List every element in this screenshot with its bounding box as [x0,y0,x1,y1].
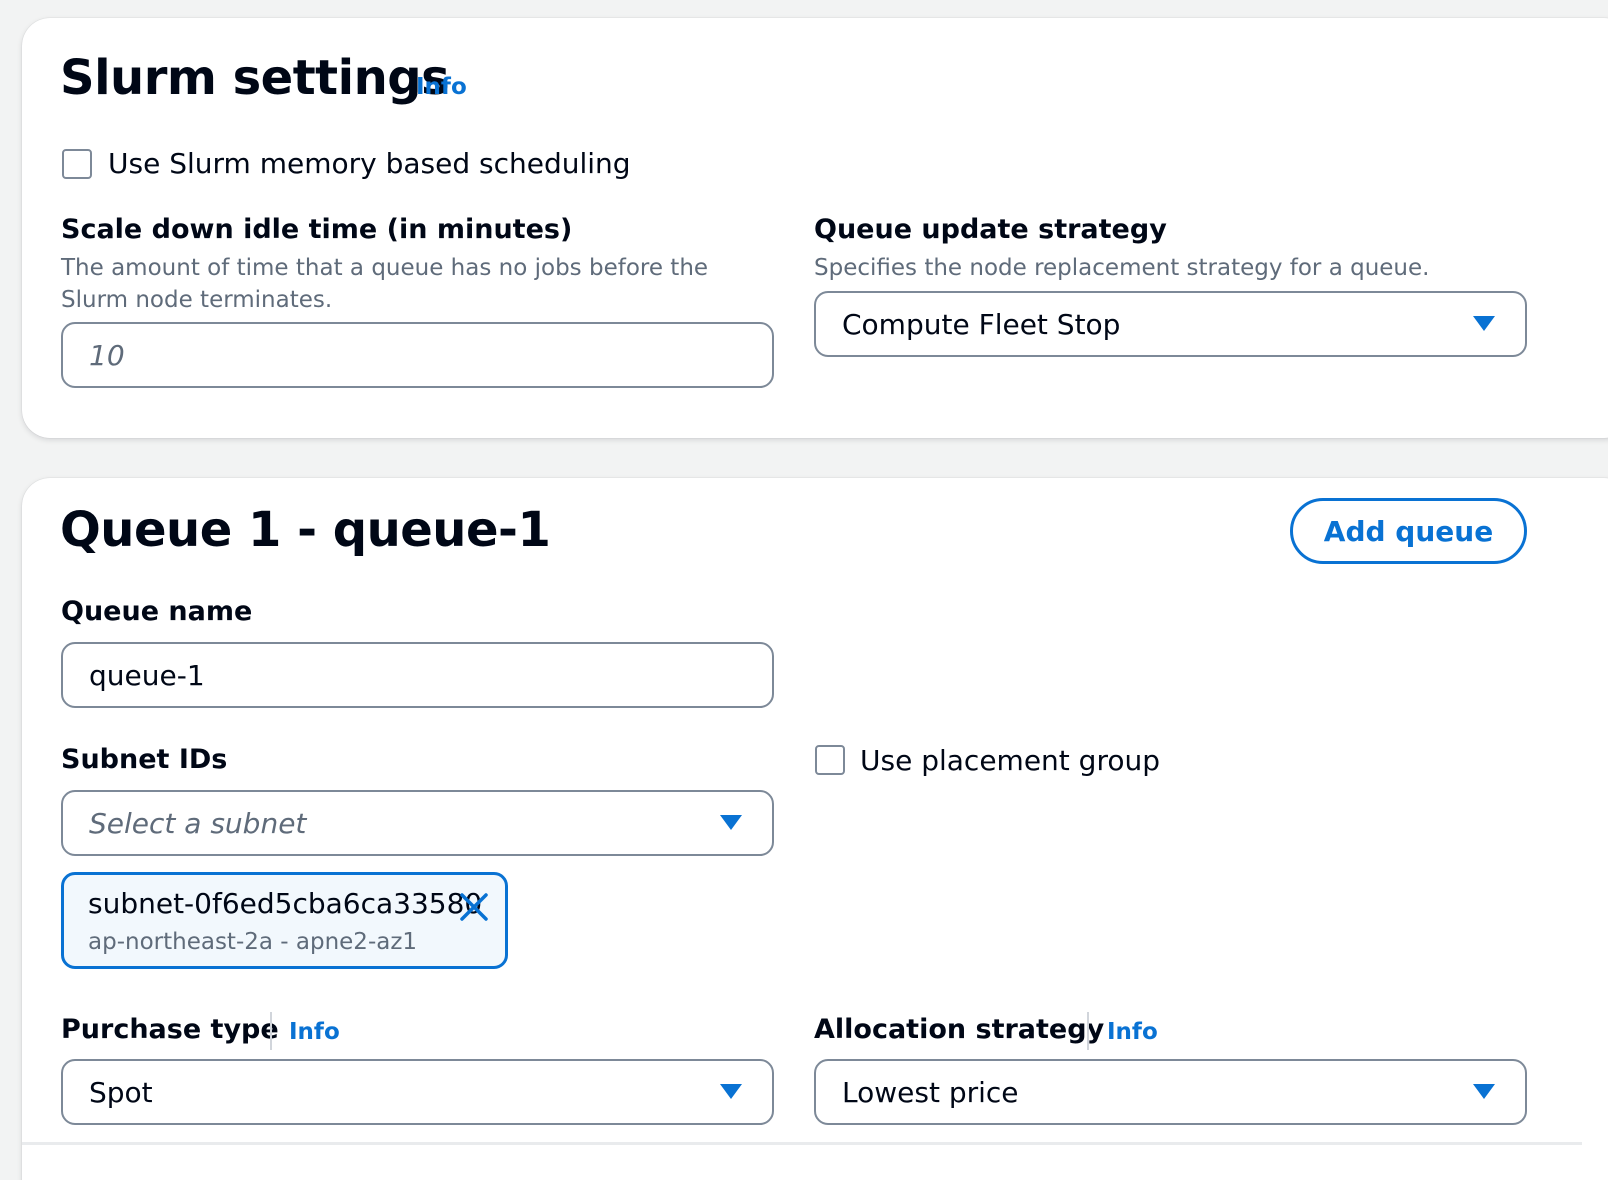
queue-title: Queue 1 - queue-1 [60,502,551,558]
slurm-settings-title: Slurm settings [60,50,450,106]
close-icon[interactable] [458,891,490,923]
allocation-strategy-divider [1087,1012,1089,1050]
section-divider [22,1142,1582,1145]
caret-down-icon [720,1084,742,1099]
queue-update-label: Queue update strategy [814,214,1167,245]
scale-down-input[interactable]: 10 [61,322,774,388]
slurm-settings-info-link[interactable]: Info [416,74,467,100]
slurm-settings-container: Slurm settings Info Use Slurm memory bas… [22,18,1608,438]
placement-group-label: Use placement group [860,744,1160,777]
subnet-select-placeholder: Select a subnet [89,806,307,840]
scale-down-placeholder: 10 [89,338,125,372]
queue-name-label: Queue name [61,596,253,627]
scale-down-label: Scale down idle time (in minutes) [61,214,573,245]
caret-down-icon [1473,1084,1495,1099]
queue-update-description: Specifies the node replacement strategy … [814,255,1430,281]
purchase-type-info-link[interactable]: Info [289,1019,340,1045]
subnet-select[interactable]: Select a subnet [61,790,774,856]
queue-name-input[interactable]: queue-1 [61,642,774,708]
caret-down-icon [720,815,742,830]
purchase-type-value: Spot [89,1075,153,1109]
memory-scheduling-checkbox[interactable] [62,149,92,179]
subnet-token-description: ap-northeast-2a - apne2-az1 [88,929,418,955]
purchase-type-label: Purchase type [61,1014,279,1045]
placement-group-checkbox[interactable] [815,745,845,775]
allocation-strategy-info-link[interactable]: Info [1107,1019,1158,1045]
subnet-token-id: subnet-0f6ed5cba6ca33580 [88,887,483,920]
memory-scheduling-label: Use Slurm memory based scheduling [108,147,631,180]
subnet-ids-label: Subnet IDs [61,744,228,775]
scale-down-description: The amount of time that a queue has no j… [61,255,709,313]
queue-update-value: Compute Fleet Stop [842,307,1121,341]
purchase-type-divider [270,1012,272,1050]
allocation-strategy-value: Lowest price [842,1075,1019,1109]
queue-name-value: queue-1 [89,658,205,692]
caret-down-icon [1473,316,1495,331]
subnet-token: subnet-0f6ed5cba6ca33580 ap-northeast-2a… [61,872,508,969]
queue-container: Queue 1 - queue-1 Add queue Queue name q… [22,478,1608,1180]
add-queue-button[interactable]: Add queue [1290,498,1527,564]
allocation-strategy-select[interactable]: Lowest price [814,1059,1527,1125]
purchase-type-select[interactable]: Spot [61,1059,774,1125]
allocation-strategy-label: Allocation strategy [814,1014,1105,1045]
queue-update-select[interactable]: Compute Fleet Stop [814,291,1527,357]
